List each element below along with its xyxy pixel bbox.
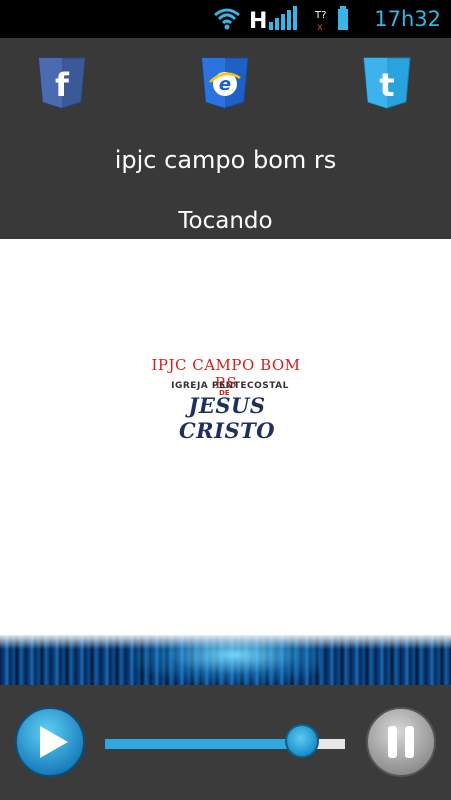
network-type-label: H: [249, 9, 267, 32]
sim-missing-icon: T? x: [314, 10, 326, 32]
svg-text:x: x: [317, 22, 323, 32]
logo-name: JESUS CRISTO: [178, 393, 276, 443]
pause-button[interactable]: [365, 706, 437, 778]
browser-icon: e: [201, 57, 249, 109]
banner-shade: [0, 635, 451, 649]
playback-status: Tocando: [178, 208, 273, 234]
status-icons: H T? x: [214, 6, 348, 32]
svg-text:T?: T?: [314, 10, 326, 21]
twitter-icon: t: [363, 57, 411, 109]
twitter-button[interactable]: t: [362, 56, 412, 110]
status-time: 17h32: [374, 7, 441, 31]
battery-icon: [338, 6, 348, 30]
player-controls: [0, 685, 451, 800]
signal-icon: [269, 6, 297, 30]
station-title: ipjc campo bom rs: [114, 146, 337, 174]
app-header: f e t ipjc campo bom rs Tocando: [0, 38, 451, 239]
svg-text:t: t: [379, 66, 394, 104]
album-art-area: IPJC CAMPO BOM RS IGREJA PENTECOSTAL DE …: [0, 239, 451, 635]
facebook-button[interactable]: f: [37, 56, 87, 110]
progress-fill: [105, 739, 302, 749]
status-bar: H T? x 17h32: [0, 0, 451, 38]
play-icon: [15, 707, 85, 777]
facebook-icon: f: [38, 57, 86, 109]
play-button[interactable]: [14, 706, 86, 778]
logo-subtitle: IGREJA PENTECOSTAL: [171, 381, 289, 391]
svg-text:e: e: [219, 74, 231, 95]
browser-button[interactable]: e: [200, 56, 250, 110]
decorative-banner: [0, 635, 451, 685]
pause-icon: [366, 707, 436, 777]
wifi-icon: [214, 8, 240, 30]
progress-thumb[interactable]: [284, 724, 319, 758]
svg-text:f: f: [55, 66, 70, 104]
station-logo: IPJC CAMPO BOM RS IGREJA PENTECOSTAL DE …: [140, 319, 312, 469]
